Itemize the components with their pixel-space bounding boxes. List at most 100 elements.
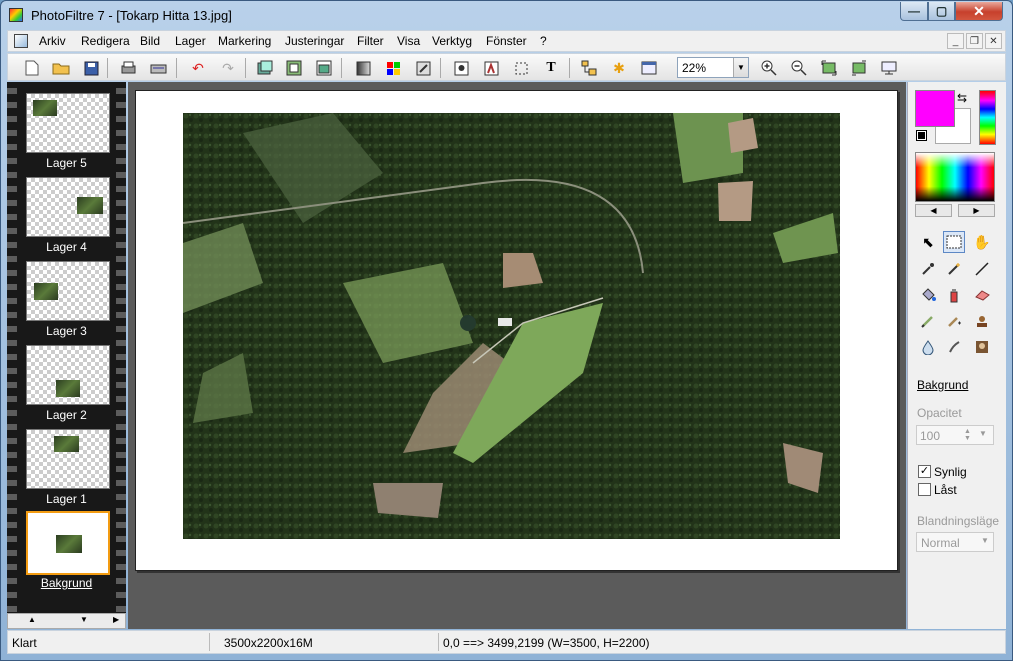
clone-stamp-icon[interactable]	[971, 336, 993, 358]
maximize-button[interactable]: ▢	[928, 2, 955, 21]
blend-mode-select[interactable]: Normal ▼	[916, 532, 994, 552]
zoom-select[interactable]: 22% ▼	[677, 57, 749, 78]
opacity-field[interactable]: 100 ▲ ▼ ▼	[916, 425, 994, 445]
menu-redigera[interactable]: Redigera	[81, 34, 130, 48]
color-spectrum[interactable]	[915, 152, 995, 202]
app-icon	[9, 8, 23, 22]
display-mode-icon[interactable]	[639, 58, 659, 78]
layer-thumb-2[interactable]	[26, 345, 110, 405]
visible-checkbox[interactable]: ✓	[918, 465, 931, 478]
layer-label[interactable]: Lager 2	[17, 408, 116, 422]
menu-visa[interactable]: Visa	[397, 34, 420, 48]
transparency-icon[interactable]	[413, 58, 433, 78]
layer-label[interactable]: Lager 3	[17, 324, 116, 338]
auto-level-icon[interactable]	[451, 58, 471, 78]
palette-next-button[interactable]: ▶	[958, 204, 995, 217]
actual-size-icon[interactable]	[849, 58, 869, 78]
layer-name-link[interactable]: Bakgrund	[917, 378, 968, 392]
palette-prev-button[interactable]: ◀	[915, 204, 952, 217]
selection-tool-icon[interactable]	[943, 231, 965, 253]
minimize-button[interactable]: —	[900, 2, 928, 21]
undo-icon[interactable]: ↶	[188, 58, 208, 78]
layers-scrollbar[interactable]: ▲ ▼ ▶	[7, 613, 126, 629]
explorer-icon[interactable]	[579, 58, 599, 78]
fill-bucket-tool-icon[interactable]	[917, 284, 939, 306]
layer-label[interactable]: Lager 4	[17, 240, 116, 254]
hue-bar[interactable]	[979, 90, 996, 145]
mdi-close-button[interactable]: ✕	[985, 33, 1002, 49]
menu-arkiv[interactable]: Arkiv	[39, 34, 66, 48]
foreground-color-swatch[interactable]	[915, 90, 955, 127]
layer-thumb-5[interactable]	[26, 93, 110, 153]
line-tool-icon[interactable]	[971, 258, 993, 280]
text-tool-icon[interactable]: T	[541, 58, 561, 78]
close-button[interactable]: ✕	[955, 2, 1003, 21]
layer-thumb-background[interactable]	[26, 511, 110, 575]
chevron-down-icon[interactable]: ▼	[733, 58, 748, 77]
menu-bild[interactable]: Bild	[140, 34, 160, 48]
scan-icon[interactable]	[148, 58, 168, 78]
redo-icon[interactable]: ↷	[218, 58, 238, 78]
document-icon[interactable]	[14, 34, 28, 48]
scroll-right-icon[interactable]: ▶	[113, 615, 119, 624]
image-size-icon[interactable]	[284, 58, 304, 78]
window-title: PhotoFiltre 7 - [Tokarp Hitta 13.jpg]	[31, 8, 232, 23]
title-bar[interactable]: PhotoFiltre 7 - [Tokarp Hitta 13.jpg] — …	[1, 1, 1012, 29]
stamp-tool-icon[interactable]	[971, 310, 993, 332]
menu-fonster[interactable]: Fönster	[486, 34, 527, 48]
paste-layer-icon[interactable]	[255, 58, 275, 78]
layer-label[interactable]: Lager 1	[17, 492, 116, 506]
spray-tool-icon[interactable]	[943, 284, 965, 306]
open-folder-icon[interactable]	[51, 58, 71, 78]
layer-label-selected[interactable]: Bakgrund	[17, 576, 116, 590]
plugin-icon[interactable]: ✱	[609, 58, 629, 78]
scroll-down-icon[interactable]: ▼	[80, 615, 88, 624]
opacity-stepper[interactable]: ▲ ▼	[964, 428, 971, 442]
mdi-restore-button[interactable]: ❐	[966, 33, 983, 49]
swap-colors-icon[interactable]: ⇆	[957, 91, 967, 105]
mdi-minimize-button[interactable]: _	[947, 33, 964, 49]
menu-justeringar[interactable]: Justeringar	[285, 34, 344, 48]
scroll-up-icon[interactable]: ▲	[28, 615, 36, 624]
grayscale-icon[interactable]	[353, 58, 373, 78]
crop-selection-icon[interactable]	[511, 58, 531, 78]
eraser-tool-icon[interactable]	[971, 284, 993, 306]
menu-markering[interactable]: Markering	[218, 34, 271, 48]
menu-lager[interactable]: Lager	[175, 34, 206, 48]
print-icon[interactable]	[118, 58, 138, 78]
menu-verktyg[interactable]: Verktyg	[432, 34, 472, 48]
locked-checkbox[interactable]	[918, 483, 931, 496]
zoom-in-icon[interactable]	[759, 58, 779, 78]
advanced-brush-tool-icon[interactable]	[943, 310, 965, 332]
blur-tool-icon[interactable]	[917, 336, 939, 358]
visible-label: Synlig	[934, 465, 967, 479]
aerial-photo[interactable]	[183, 113, 840, 539]
fit-image-icon[interactable]	[819, 58, 839, 78]
zoom-out-icon[interactable]	[789, 58, 809, 78]
eyedropper-tool-icon[interactable]	[917, 258, 939, 280]
magic-wand-tool-icon[interactable]	[943, 258, 965, 280]
filmstrip-left	[7, 82, 17, 613]
pointer-tool-icon[interactable]: ⬉	[917, 231, 939, 253]
color-palette-icon[interactable]	[383, 58, 403, 78]
menu-filter[interactable]: Filter	[357, 34, 384, 48]
reset-colors-icon[interactable]	[916, 130, 927, 141]
new-file-icon[interactable]	[22, 58, 42, 78]
image-canvas[interactable]	[135, 90, 898, 571]
layer-label[interactable]: Lager 5	[17, 156, 116, 170]
chevron-down-icon[interactable]: ▼	[981, 536, 989, 545]
auto-contrast-icon[interactable]	[481, 58, 501, 78]
brush-tool-icon[interactable]	[917, 310, 939, 332]
layer-thumb-3[interactable]	[26, 261, 110, 321]
smudge-tool-icon[interactable]	[943, 336, 965, 358]
chevron-down-icon[interactable]: ▼	[979, 429, 987, 438]
locked-label: Låst	[934, 483, 957, 497]
status-state: Klart	[12, 636, 37, 650]
layer-thumb-4[interactable]	[26, 177, 110, 237]
menu-help[interactable]: ?	[540, 34, 547, 48]
canvas-size-icon[interactable]	[314, 58, 334, 78]
fullscreen-icon[interactable]	[879, 58, 899, 78]
layer-thumb-1[interactable]	[26, 429, 110, 489]
save-icon[interactable]	[81, 58, 101, 78]
hand-tool-icon[interactable]: ✋	[971, 231, 993, 253]
